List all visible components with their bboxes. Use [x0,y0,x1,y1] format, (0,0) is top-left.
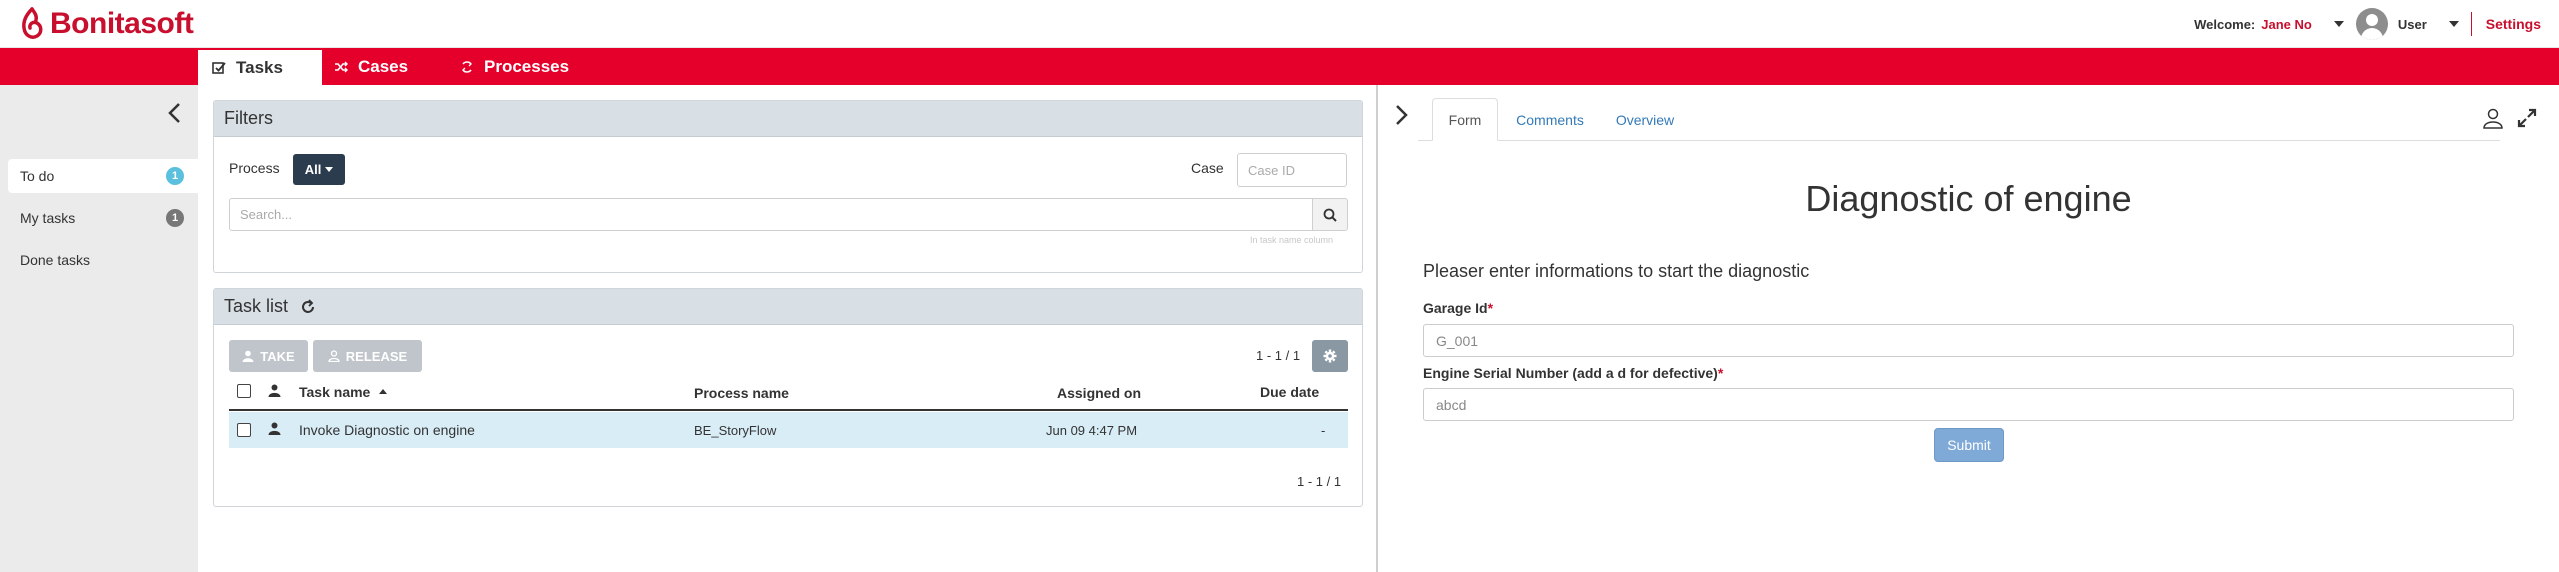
task-list-header: Task list [214,289,1362,325]
task-list-title: Task list [224,296,289,316]
case-id-placeholder: Case ID [1248,162,1295,178]
filters-header: Filters [214,101,1362,137]
engine-serial-value: abcd [1436,396,1467,413]
table-header-divider [229,409,1348,411]
assign-user-icon[interactable] [2482,107,2504,129]
gear-icon [1323,349,1337,363]
sort-ascending-icon[interactable] [379,389,387,394]
sidebar-item-label: To do [20,168,55,184]
row-process-name: BE_StoryFlow [694,423,777,438]
submit-button[interactable]: Submit [1934,428,2004,462]
sidebar-item-todo[interactable]: To do 1 [8,159,198,193]
pager-bottom: 1 - 1 / 1 [1297,474,1342,489]
tab-form[interactable]: Form [1432,98,1498,141]
search-placeholder: Search... [240,207,293,222]
tab-form-label: Form [1448,111,1482,128]
tab-processes-label: Processes [484,56,570,76]
expand-pane-chevron-right-icon[interactable] [1392,103,1410,127]
column-assigned-on[interactable]: Assigned on [1057,385,1141,401]
search-icon [1323,208,1337,222]
avatar[interactable] [2355,8,2388,40]
user-outline-icon [328,350,340,362]
engine-serial-label-text: Engine Serial Number (add a d for defect… [1423,365,1718,381]
row-task-name[interactable]: Invoke Diagnostic on engine [299,422,475,438]
case-id-input[interactable]: Case ID [1237,153,1347,187]
row-select-checkbox[interactable] [237,423,251,437]
tab-tasks-label: Tasks [236,57,283,77]
form-subtitle: Pleaser enter informations to start the … [1423,261,1810,281]
column-task-name[interactable]: Task name [299,384,370,400]
garage-id-value: G_001 [1436,332,1479,349]
header-divider [2470,12,2472,36]
tab-overview-label: Overview [1615,111,1675,128]
tab-cases[interactable]: Cases [334,48,434,85]
cycle-icon [460,60,474,74]
pager-top: 1 - 1 / 1 [1256,348,1301,363]
sidebar: To do 1 My tasks 1 Done tasks [0,85,198,572]
row-assigned-on: Jun 09 4:47 PM [1046,423,1138,438]
assignee-column-user-icon [268,384,281,397]
release-button[interactable]: RELEASE [313,340,422,372]
user-name[interactable]: Jane No [2261,17,2312,32]
tab-comments-label: Comments [1516,111,1584,128]
select-all-checkbox[interactable] [237,384,251,398]
search-button[interactable] [1312,198,1348,231]
filters-panel: Filters [213,100,1363,273]
search-hint: In task name column [1250,235,1334,245]
row-due-date: - [1321,423,1326,438]
task-search-input[interactable]: Search... [229,198,1313,231]
bonitasoft-logo[interactable]: Bonitasoft [18,6,194,42]
shuffle-icon [334,60,348,74]
filters-title: Filters [224,108,273,128]
engine-serial-field[interactable]: abcd [1423,388,2514,421]
process-filter-chevron-down-icon [325,167,334,172]
fullscreen-expand-icon[interactable] [2517,108,2537,128]
todo-count-badge: 1 [166,167,184,185]
required-marker: * [1717,365,1724,381]
column-due-date[interactable]: Due date [1260,384,1319,400]
sidebar-item-label: Done tasks [20,252,91,268]
release-label: RELEASE [345,348,408,364]
bonitasoft-logo-icon [22,7,43,39]
tab-processes[interactable]: Processes [460,48,590,85]
top-header: Bonitasoft Welcome: Jane No User Setting… [0,0,2559,48]
tab-comments[interactable]: Comments [1505,98,1595,141]
tab-cases-label: Cases [358,56,409,76]
table-settings-button[interactable] [1312,340,1348,372]
main-nav: Tasks Cases Processes [0,48,2559,85]
profile-menu-chevron-down-icon[interactable] [2448,21,2459,27]
garage-id-label-text: Garage Id [1423,300,1488,316]
refresh-icon[interactable] [300,298,316,315]
tab-tasks[interactable]: Tasks [198,48,322,85]
pane-divider[interactable] [1376,85,1378,572]
check-square-icon [212,61,226,75]
assigned-user-icon [268,422,281,435]
user-menu-chevron-down-icon[interactable] [2333,21,2344,27]
tab-overview[interactable]: Overview [1603,98,1687,141]
garage-id-label: Garage Id* [1423,300,1493,316]
required-marker: * [1487,300,1494,316]
take-label: TAKE [260,348,295,364]
form-title: Diagnostic of engine [1805,178,2132,219]
process-filter-value: All [304,162,322,177]
engine-serial-label: Engine Serial Number (add a d for defect… [1423,365,1723,381]
garage-id-field[interactable]: G_001 [1423,324,2514,357]
sidebar-item-my-tasks[interactable]: My tasks 1 [8,201,198,235]
sidebar-item-label: My tasks [20,210,76,226]
submit-label: Submit [1947,437,1991,453]
take-button[interactable]: TAKE [229,340,308,372]
process-filter-label: Process [229,160,280,176]
column-process-name[interactable]: Process name [694,385,789,401]
settings-link[interactable]: Settings [2486,16,2541,32]
my-tasks-count-badge: 1 [166,209,184,227]
welcome-label: Welcome: [2194,16,2256,32]
sidebar-item-done-tasks[interactable]: Done tasks [8,243,198,277]
logo-text: Bonitasoft [50,7,194,40]
process-filter-dropdown[interactable]: All [293,154,345,185]
case-filter-label: Case [1191,160,1224,176]
user-area: Welcome: Jane No User Settings [2194,8,2541,40]
user-icon [242,350,254,362]
collapse-sidebar-chevron-left-icon[interactable] [165,101,185,125]
profile-label[interactable]: User [2398,17,2427,32]
